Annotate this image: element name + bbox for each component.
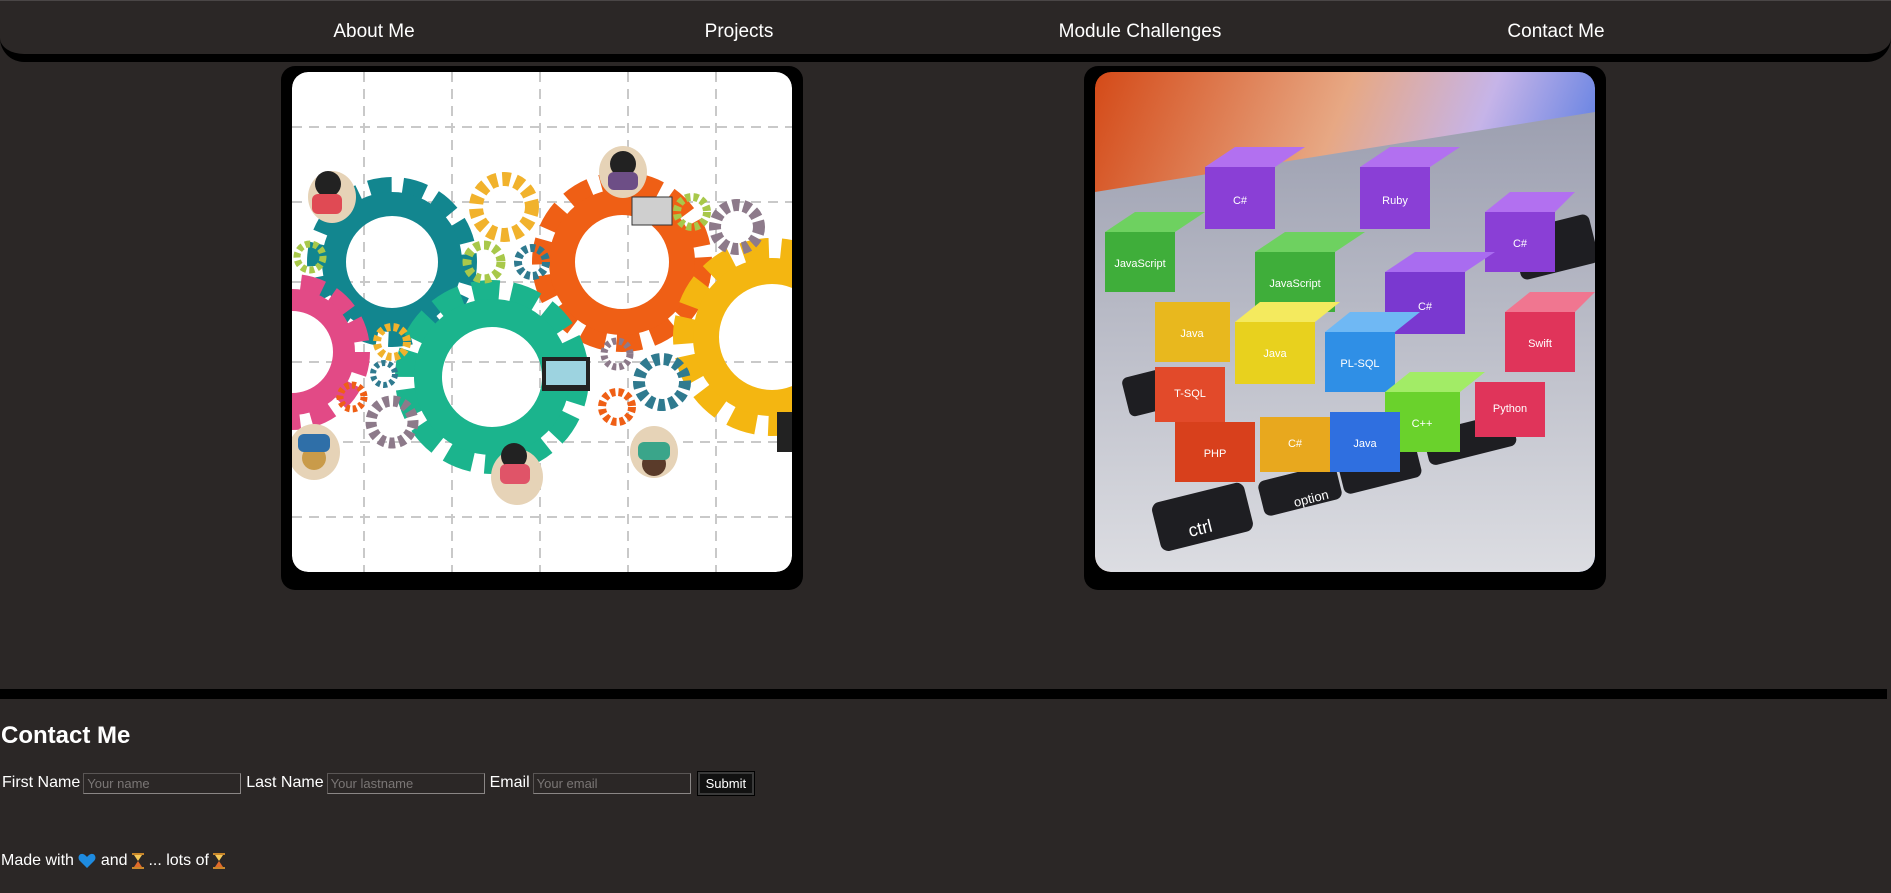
nav-projects[interactable]: Projects [705,21,774,43]
nav-contact-me[interactable]: Contact Me [1507,21,1604,43]
svg-text:C#: C# [1233,195,1248,207]
email-label: Email [489,774,530,791]
hourglass-icon [131,853,144,869]
footer-made-with: Made with [1,852,74,869]
svg-text:JavaScript: JavaScript [1114,258,1165,270]
contact-form: First Name Last Name Email Submit [2,770,756,796]
svg-text:T-SQL: T-SQL [1174,388,1206,400]
footer-lots-of: ... lots of [148,852,209,869]
last-name-label: Last Name [246,774,324,791]
navbar: About Me Projects Module Challenges Cont… [0,0,1891,62]
svg-text:PHP: PHP [1204,448,1227,460]
last-name-input[interactable] [326,772,485,794]
contact-title: Contact Me [1,722,131,749]
project-card-gears[interactable] [281,66,803,590]
hourglass-icon [213,853,226,869]
project-card-code-cubes[interactable]: ctrl option JavaScript C# Ruby C# JavaSc… [1084,66,1606,590]
svg-text:PL-SQL: PL-SQL [1340,358,1379,370]
gears-teamwork-image[interactable] [292,72,792,572]
svg-text:Python: Python [1493,403,1527,415]
blue-heart-icon [78,853,96,868]
svg-text:Java: Java [1263,348,1287,360]
first-name-input[interactable] [83,772,242,794]
svg-text:JavaScript: JavaScript [1269,278,1320,290]
svg-text:Java: Java [1180,328,1204,340]
svg-text:C#: C# [1288,438,1303,450]
nav-about-me[interactable]: About Me [333,21,414,43]
section-divider [0,689,1887,699]
code-cubes-image[interactable]: ctrl option JavaScript C# Ruby C# JavaSc… [1095,72,1595,572]
svg-text:Java: Java [1353,438,1377,450]
svg-text:Swift: Swift [1528,338,1552,350]
nav-module-challenges[interactable]: Module Challenges [1059,21,1222,43]
footer-and: and [100,852,128,869]
svg-text:C#: C# [1418,301,1433,313]
email-input[interactable] [532,772,691,794]
first-name-label: First Name [2,774,81,791]
footer: Made with and ... lots of [1,852,226,870]
submit-button[interactable]: Submit [696,770,756,796]
svg-text:C++: C++ [1412,418,1433,430]
svg-text:C#: C# [1513,238,1528,250]
svg-text:Ruby: Ruby [1382,195,1408,207]
